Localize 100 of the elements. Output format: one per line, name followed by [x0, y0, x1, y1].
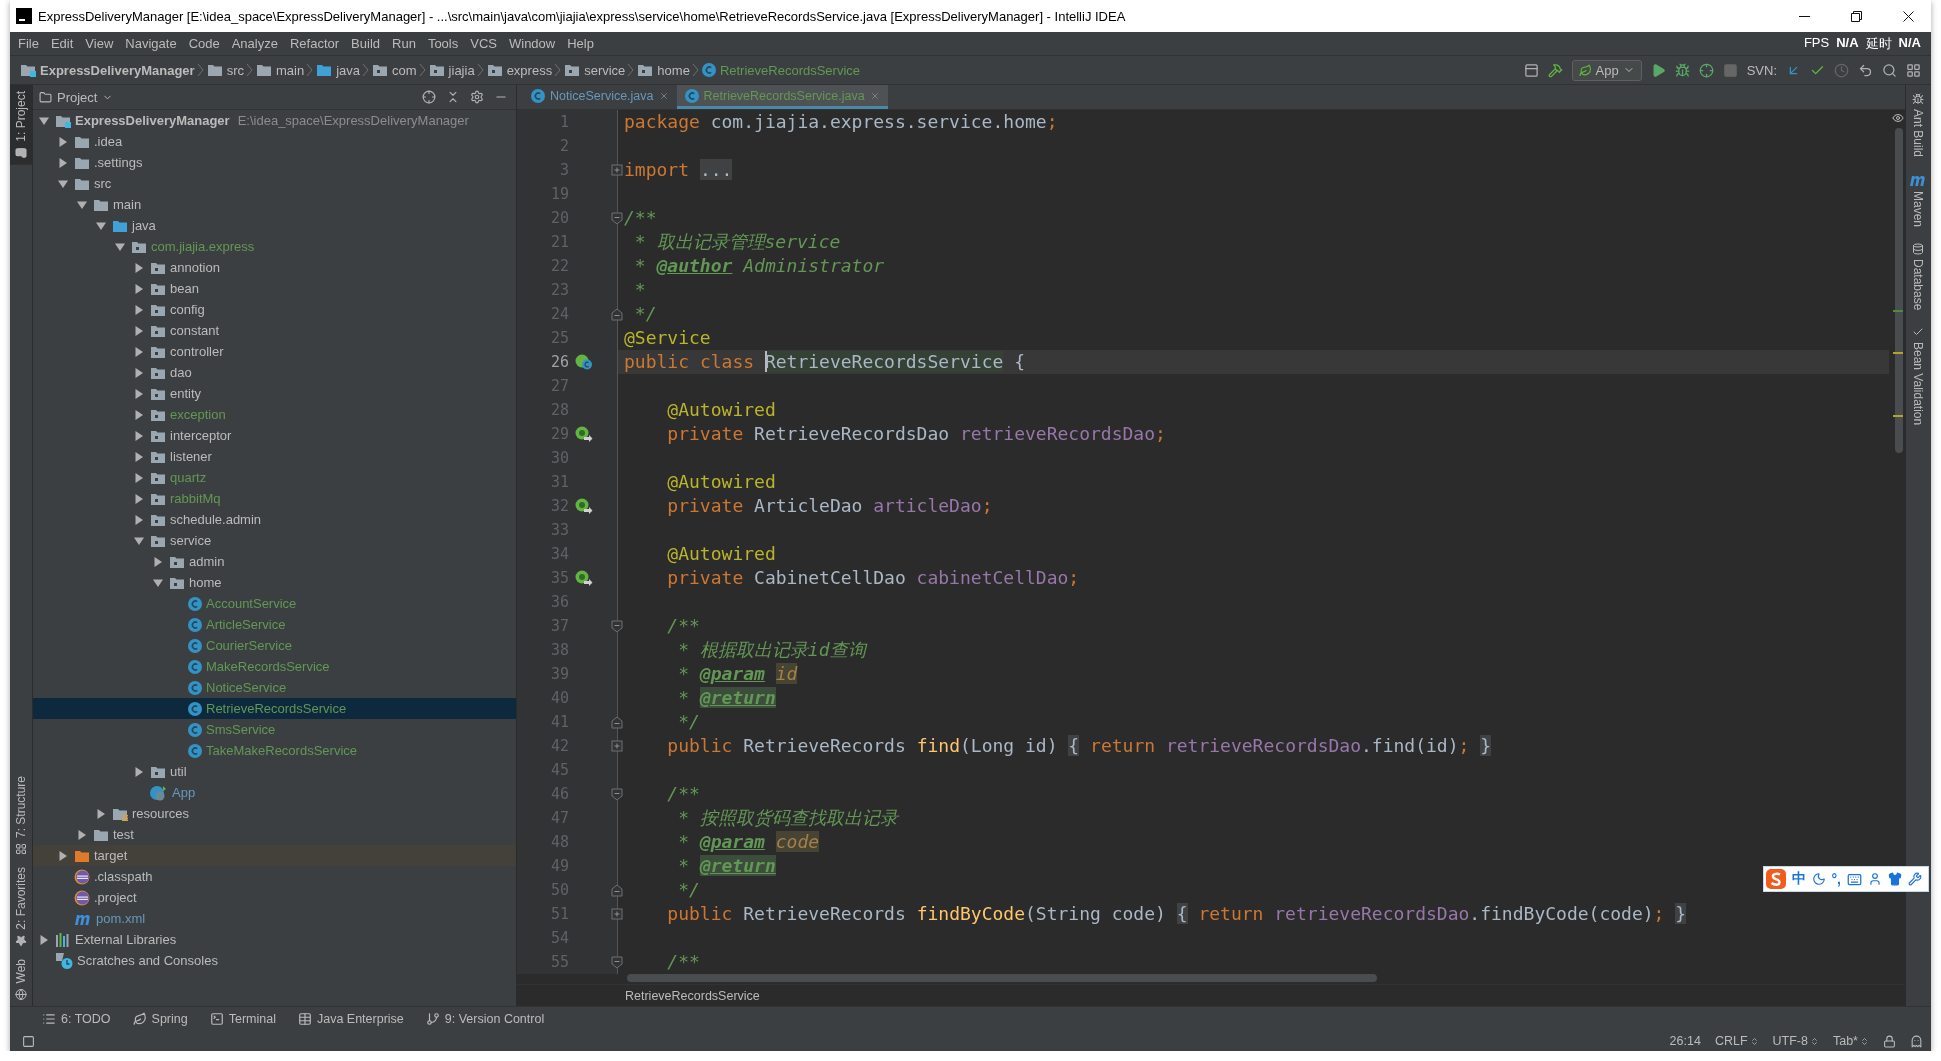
tool-window-tab[interactable]: Bean Validation	[1906, 318, 1930, 434]
fold-marker-icon[interactable]	[611, 164, 623, 176]
locate-icon[interactable]	[422, 90, 436, 104]
tree-item[interactable]: annotion	[33, 257, 516, 278]
keyboard-icon[interactable]	[1847, 871, 1862, 887]
expand-arrow-icon[interactable]	[134, 283, 144, 294]
tree-item[interactable]: target	[33, 845, 516, 866]
tool-window-tab[interactable]: 6: TODO	[42, 1012, 111, 1026]
expand-arrow-icon[interactable]	[153, 556, 163, 567]
expand-arrow-icon[interactable]	[134, 346, 144, 357]
menu-item[interactable]: Tools	[421, 36, 465, 51]
menu-item[interactable]: View	[79, 36, 120, 51]
fold-marker-icon[interactable]	[611, 619, 623, 633]
breadcrumb-item[interactable]: ExpressDeliveryManager	[18, 62, 197, 78]
tree-item[interactable]: SmsService	[33, 719, 516, 740]
project-view-dropdown[interactable]: Project	[39, 89, 114, 105]
tool-window-tab[interactable]: Terminal	[209, 1012, 276, 1026]
tree-item[interactable]: resources	[33, 803, 516, 824]
fold-marker-icon[interactable]	[611, 955, 623, 969]
breadcrumb-item[interactable]: main	[254, 62, 307, 78]
tool-window-tab[interactable]: 7: Structure	[10, 769, 32, 861]
tree-item[interactable]: dao	[33, 362, 516, 383]
bean-icon[interactable]	[575, 426, 593, 442]
tree-item[interactable]: controller	[33, 341, 516, 362]
tree-item[interactable]: com.jiajia.express	[33, 236, 516, 257]
tree-item[interactable]: test	[33, 824, 516, 845]
tree-item[interactable]: java	[33, 215, 516, 236]
breadcrumb-item[interactable]: com	[370, 62, 419, 78]
tree-item[interactable]: listener	[33, 446, 516, 467]
expand-arrow-icon[interactable]	[58, 850, 68, 861]
expand-arrow-icon[interactable]	[134, 514, 144, 525]
tree-item[interactable]: interceptor	[33, 425, 516, 446]
tree-item[interactable]: .idea	[33, 131, 516, 152]
tool-window-tab[interactable]: 9: Version Control	[425, 1012, 545, 1026]
hammer-icon[interactable]	[1547, 62, 1563, 78]
tool-window-tab[interactable]: Web	[10, 952, 32, 1006]
tool-window-tab[interactable]: Spring	[132, 1012, 188, 1026]
menu-item[interactable]: Navigate	[119, 36, 183, 51]
run-icon[interactable]	[1650, 62, 1666, 78]
tree-item[interactable]: Scratches and Consoles	[33, 950, 516, 971]
ime-logo-icon[interactable]	[1765, 869, 1786, 889]
tree-item[interactable]: .classpath	[33, 866, 516, 887]
wrench-icon[interactable]	[1908, 872, 1922, 886]
user-icon[interactable]	[1868, 872, 1882, 886]
tool-window-tab[interactable]: Ant Build	[1906, 85, 1930, 166]
expand-arrow-icon[interactable]	[134, 367, 144, 378]
shirt-icon[interactable]	[1888, 872, 1902, 886]
tree-item[interactable]: entity	[33, 383, 516, 404]
expand-arrow-icon[interactable]	[134, 409, 144, 420]
menu-item[interactable]: VCS	[464, 36, 503, 51]
expand-arrow-icon[interactable]	[77, 829, 87, 840]
revert-icon[interactable]	[1858, 62, 1873, 78]
menu-item[interactable]: File	[12, 36, 45, 51]
bean-class-icon[interactable]	[575, 354, 593, 370]
menu-item[interactable]: Build	[345, 36, 386, 51]
tool-window-tab[interactable]: Database	[1906, 235, 1930, 319]
inspector-icon[interactable]	[1910, 1034, 1923, 1048]
tree-item[interactable]: admin	[33, 551, 516, 572]
expand-arrow-icon[interactable]	[96, 808, 106, 819]
tree-item[interactable]: AccountService	[33, 593, 516, 614]
fold-marker-icon[interactable]	[611, 211, 623, 225]
expand-arrow-icon[interactable]	[134, 766, 144, 777]
breadcrumb-item[interactable]: express	[484, 62, 555, 78]
settings-icon[interactable]	[470, 90, 484, 104]
tree-item[interactable]: RetrieveRecordsService	[33, 698, 516, 719]
encoding-selector[interactable]: UTF-8	[1772, 1034, 1819, 1048]
moon-icon[interactable]	[1811, 872, 1826, 886]
tree-item[interactable]: src	[33, 173, 516, 194]
menu-item[interactable]: Edit	[44, 36, 80, 51]
expand-arrow-icon[interactable]	[39, 934, 49, 945]
line-separator-selector[interactable]: CRLF	[1714, 1034, 1759, 1048]
tree-item[interactable]: rabbitMq	[33, 488, 516, 509]
expand-arrow-icon[interactable]	[115, 241, 125, 252]
punctuation-toggle[interactable]: °,	[1831, 871, 1841, 887]
tree-item[interactable]: pom.xml	[33, 908, 516, 929]
expand-arrow-icon[interactable]	[134, 472, 144, 483]
tree-item[interactable]: TakeMakeRecordsService	[33, 740, 516, 761]
fold-marker-icon[interactable]	[611, 908, 623, 920]
tree-item[interactable]: .settings	[33, 152, 516, 173]
tree-item[interactable]: util	[33, 761, 516, 782]
expand-arrow-icon[interactable]	[134, 430, 144, 441]
tree-item[interactable]: exception	[33, 404, 516, 425]
tree-item[interactable]: NoticeService	[33, 677, 516, 698]
eye-icon[interactable]	[1892, 112, 1904, 124]
fold-marker-icon[interactable]	[611, 307, 623, 321]
coverage-icon[interactable]	[1698, 62, 1714, 78]
menu-item[interactable]: Code	[182, 36, 226, 51]
breadcrumb-item[interactable]: service	[562, 62, 628, 78]
expand-arrow-icon[interactable]	[134, 325, 144, 336]
vertical-scrollbar[interactable]	[1895, 128, 1903, 453]
expand-arrow-icon[interactable]	[134, 451, 144, 462]
menu-item[interactable]: Analyze	[225, 36, 284, 51]
menu-item[interactable]: Help	[561, 36, 600, 51]
structure-icon[interactable]	[1906, 62, 1921, 78]
input-mode-toggle[interactable]: 中	[1791, 870, 1806, 888]
tree-item[interactable]: External Libraries	[33, 929, 516, 950]
menu-item[interactable]: Window	[502, 36, 562, 51]
tree-item[interactable]: service	[33, 530, 516, 551]
close-icon[interactable]	[658, 90, 669, 101]
tree-item[interactable]: constant	[33, 320, 516, 341]
